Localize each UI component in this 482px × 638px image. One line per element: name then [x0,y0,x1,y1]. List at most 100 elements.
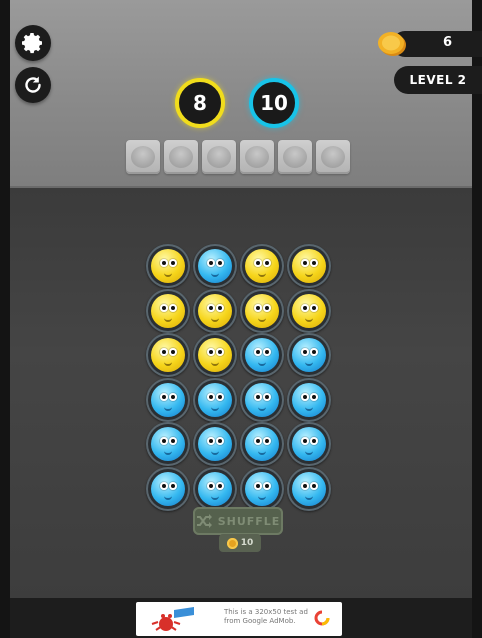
ball-socket[interactable] [240,288,284,333]
ball-eye [169,392,177,401]
ball-eye [169,348,177,356]
ball-eye [263,348,271,356]
ad-line-1: This is a 320x50 test ad [224,608,308,616]
ball-mouth [305,494,313,500]
ball-socket[interactable] [146,422,190,466]
ball-socket[interactable] [146,333,190,377]
ball-mouth [258,405,266,411]
ball-eye [254,259,262,267]
ball-socket[interactable] [240,244,284,288]
ball-mouth [258,494,266,500]
blue-ball[interactable] [245,338,279,372]
ball-socket[interactable] [287,377,331,422]
ball-mouth [164,316,172,322]
ball-socket[interactable] [240,333,284,377]
goal-yellow-counter: 8 [175,78,225,128]
ball-mouth [305,449,313,455]
blue-ball[interactable] [151,382,185,417]
ball-socket[interactable] [287,333,331,377]
ball-eye [207,259,215,267]
blue-ball[interactable] [198,382,232,417]
blue-ball[interactable] [245,382,279,417]
blue-ball[interactable] [292,338,326,372]
blue-ball[interactable] [292,471,326,506]
ball-eye [207,303,215,312]
ball-mouth [258,271,266,277]
settings-button[interactable] [15,25,51,61]
yellow-ball[interactable] [292,293,326,328]
ball-socket[interactable] [193,377,237,422]
ball-eye [169,259,177,267]
ball-mouth [258,449,266,455]
blue-ball[interactable] [198,471,232,506]
ball-socket[interactable] [287,422,331,466]
ball-eye [207,437,215,445]
ball-eye [160,348,168,356]
tray-slot [164,140,198,174]
ball-mouth [211,449,219,455]
ball-eye [207,481,215,490]
ball-eye [310,259,318,267]
restart-button[interactable] [15,67,51,103]
ball-mouth [305,271,313,277]
blue-ball[interactable] [151,471,185,506]
ball-eye [216,392,224,401]
ball-eye [263,303,271,312]
blue-ball[interactable] [245,471,279,506]
ball-eye [254,481,262,490]
ball-socket[interactable] [287,244,331,288]
ad-text: This is a 320x50 test ad from Google AdM… [224,608,320,626]
yellow-ball[interactable] [151,338,185,372]
ball-socket[interactable] [146,466,190,511]
ball-socket[interactable] [240,422,284,466]
ball-mouth [164,449,172,455]
shuffle-button[interactable]: SHUFFLE [193,507,283,535]
ball-socket[interactable] [240,377,284,422]
ball-eye [160,481,168,490]
ball-eye [169,303,177,312]
shuffle-label: SHUFFLE [217,514,281,528]
ball-mouth [211,316,219,322]
blue-ball[interactable] [245,427,279,461]
ball-eye [160,437,168,445]
ad-banner[interactable]: This is a 320x50 test ad from Google AdM… [136,602,342,636]
ball-mouth [305,405,313,411]
blue-ball[interactable] [198,249,232,283]
ball-mouth [164,360,172,366]
blue-ball[interactable] [292,427,326,461]
ball-eye [263,481,271,490]
yellow-ball[interactable] [198,293,232,328]
ball-socket[interactable] [146,377,190,422]
ball-eye [301,259,309,267]
ball-eye [310,437,318,445]
ball-socket[interactable] [193,333,237,377]
ball-eye [216,303,224,312]
yellow-ball[interactable] [198,338,232,372]
ball-socket[interactable] [193,466,237,511]
ball-socket[interactable] [146,288,190,333]
ball-socket[interactable] [146,244,190,288]
ball-socket[interactable] [193,422,237,466]
ball-eye [301,392,309,401]
ball-eye [254,437,262,445]
restart-icon [25,76,41,93]
yellow-ball[interactable] [245,293,279,328]
ball-eye [160,392,168,401]
ball-socket[interactable] [287,288,331,333]
yellow-ball[interactable] [151,293,185,328]
blue-ball[interactable] [198,427,232,461]
blue-ball[interactable] [151,427,185,461]
ball-grid [146,244,336,514]
ball-eye [301,303,309,312]
blue-ball[interactable] [292,382,326,417]
yellow-ball[interactable] [151,249,185,283]
ball-socket[interactable] [287,466,331,511]
ball-socket[interactable] [240,466,284,511]
yellow-ball[interactable] [292,249,326,283]
yellow-ball[interactable] [245,249,279,283]
ad-illustration [151,607,194,631]
ball-socket[interactable] [193,244,237,288]
admob-logo-icon [314,610,330,626]
ball-mouth [211,405,219,411]
ball-socket[interactable] [193,288,237,333]
